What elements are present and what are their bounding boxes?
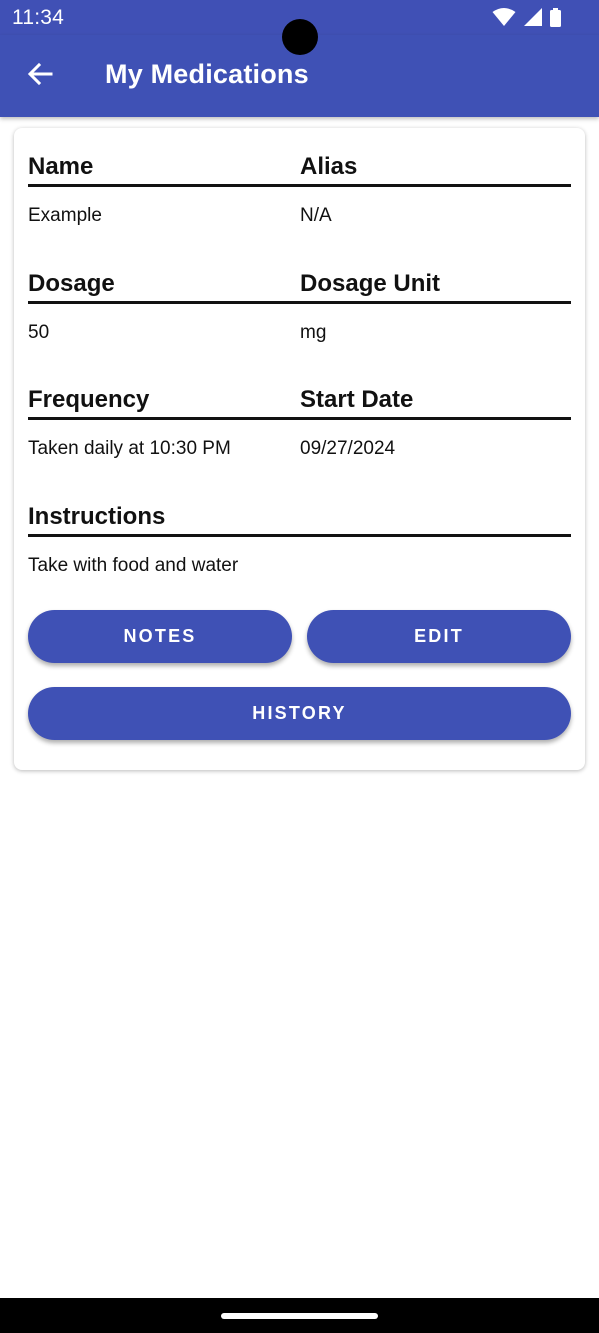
battery-icon bbox=[550, 7, 561, 27]
notes-button[interactable]: NOTES bbox=[28, 610, 292, 663]
frequency-value-row: Taken daily at 10:30 PM 09/27/2024 bbox=[28, 438, 571, 468]
dosage-value-row: 50 mg bbox=[28, 322, 571, 352]
edit-button[interactable]: EDIT bbox=[307, 610, 571, 663]
dosage-header: Dosage bbox=[28, 270, 115, 297]
instructions-header-row: Instructions bbox=[28, 489, 571, 537]
frequency-header-row: Frequency Start Date bbox=[28, 372, 571, 420]
dosage-header-row: Dosage Dosage Unit bbox=[28, 256, 571, 304]
alias-header: Alias bbox=[300, 153, 358, 180]
name-header: Name bbox=[28, 153, 94, 180]
name-alias-value-row: Example N/A bbox=[28, 205, 571, 235]
dosage-unit-value: mg bbox=[300, 322, 327, 343]
medication-card: Name Alias Example N/A Dosage Dosage Uni… bbox=[14, 128, 585, 770]
dosage-unit-header: Dosage Unit bbox=[300, 270, 441, 297]
home-indicator[interactable] bbox=[221, 1313, 378, 1319]
name-value: Example bbox=[28, 205, 102, 226]
history-button[interactable]: HISTORY bbox=[28, 687, 571, 740]
navigation-bar bbox=[0, 1298, 599, 1333]
camera-cutout bbox=[282, 19, 318, 55]
name-alias-header-row: Name Alias bbox=[28, 139, 571, 187]
arrow-back-icon bbox=[27, 62, 53, 91]
back-button[interactable] bbox=[20, 56, 60, 96]
alias-value: N/A bbox=[300, 205, 332, 226]
page-title: My Medications bbox=[105, 59, 309, 89]
frequency-value: Taken daily at 10:30 PM bbox=[28, 438, 231, 459]
instructions-value-row: Take with food and water bbox=[28, 555, 571, 585]
dosage-value: 50 bbox=[28, 322, 50, 343]
status-time: 11:34 bbox=[12, 6, 64, 29]
wifi-icon bbox=[492, 7, 516, 27]
start-date-value: 09/27/2024 bbox=[300, 438, 396, 459]
instructions-value: Take with food and water bbox=[28, 555, 239, 576]
start-date-header: Start Date bbox=[300, 386, 414, 413]
medication-detail-screen: 11:34 My Medications Name Alias Example … bbox=[0, 0, 599, 1333]
signal-icon bbox=[524, 8, 542, 26]
frequency-header: Frequency bbox=[28, 386, 150, 413]
status-icons bbox=[492, 7, 561, 27]
instructions-header: Instructions bbox=[28, 503, 166, 530]
